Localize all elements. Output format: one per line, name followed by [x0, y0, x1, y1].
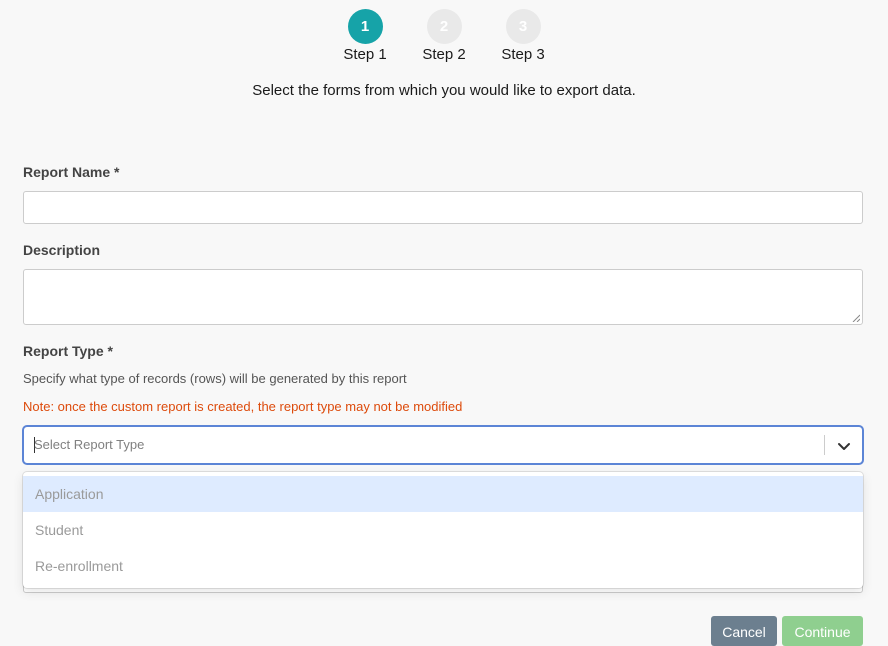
step-2-label: Step 2	[422, 46, 466, 63]
step-2: 2 Step 2	[405, 9, 484, 64]
step-1-circle: 1	[347, 9, 383, 44]
cancel-button[interactable]: Cancel	[711, 616, 777, 646]
option-re-enrollment[interactable]: Re-enrollment	[23, 548, 863, 584]
indicator-separator	[824, 435, 825, 455]
option-student[interactable]: Student	[23, 512, 863, 548]
step-3: 3 Step 3	[484, 9, 563, 64]
stepper: 1 Step 1 2 Step 2 3 Step 3	[0, 9, 888, 64]
report-type-menu: Application Student Re-enrollment	[23, 472, 863, 588]
chevron-down-icon[interactable]	[836, 438, 852, 454]
report-type-select[interactable]: Select Report Type	[23, 426, 863, 464]
step-1: 1 Step 1	[326, 9, 405, 64]
step-1-label: Step 1	[343, 46, 387, 63]
resize-grip-icon[interactable]	[852, 314, 860, 322]
report-type-note: Note: once the custom report is created,…	[23, 399, 463, 414]
report-type-helper: Specify what type of records (rows) will…	[23, 371, 407, 386]
report-type-label: Report Type *	[23, 343, 113, 359]
intro-text: Select the forms from which you would li…	[252, 82, 636, 99]
report-type-placeholder: Select Report Type	[34, 437, 145, 452]
description-textarea[interactable]	[23, 269, 863, 325]
report-name-label: Report Name *	[23, 164, 120, 180]
step-3-label: Step 3	[501, 46, 545, 63]
description-label: Description	[23, 242, 101, 258]
step-3-circle: 3	[505, 9, 541, 44]
continue-button[interactable]: Continue	[782, 616, 863, 646]
step-2-circle: 2	[426, 9, 462, 44]
option-application[interactable]: Application	[23, 476, 863, 512]
report-name-input[interactable]	[23, 191, 863, 224]
